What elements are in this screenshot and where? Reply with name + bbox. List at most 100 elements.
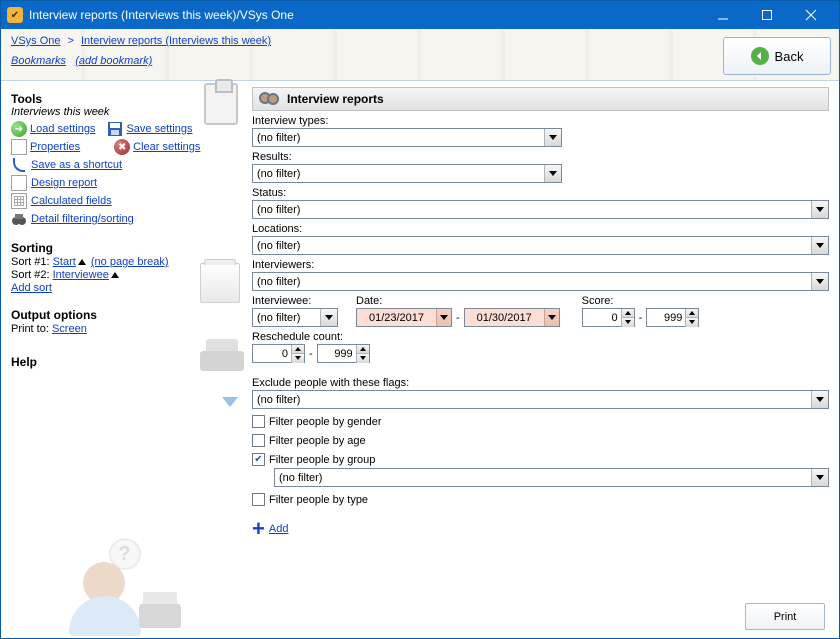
interviewee-label: Interviewee: — [252, 295, 348, 307]
reschedule-to-input[interactable] — [318, 348, 356, 360]
maximize-button[interactable] — [745, 1, 789, 29]
interviewers-combo[interactable]: (no filter) — [252, 272, 829, 291]
filter-group-combo[interactable]: (no filter) — [274, 468, 829, 487]
add-sort-link[interactable]: Add sort — [11, 282, 52, 294]
spinner-up-icon[interactable] — [291, 345, 304, 354]
sorting-heading: Sorting — [11, 241, 238, 255]
date-label: Date: — [356, 295, 560, 307]
breadcrumb: VSys One > Interview reports (Interviews… — [11, 35, 829, 47]
filter-group-value: (no filter) — [275, 472, 811, 484]
detail-filtering-link[interactable]: Detail filtering/sorting — [31, 213, 134, 225]
spinner-down-icon[interactable] — [685, 318, 698, 327]
dropdown-icon[interactable] — [811, 469, 828, 486]
reschedule-dash: - — [305, 348, 317, 360]
exclude-flags-label: Exclude people with these flags: — [252, 377, 829, 389]
exclude-flags-value: (no filter) — [253, 394, 811, 406]
spinner-down-icon[interactable] — [291, 354, 304, 363]
sort1-link[interactable]: Start — [53, 256, 76, 268]
locations-value: (no filter) — [253, 240, 811, 252]
status-combo[interactable]: (no filter) — [252, 200, 829, 219]
exclude-flags-combo[interactable]: (no filter) — [252, 390, 829, 409]
interview-types-combo[interactable]: (no filter) — [252, 128, 562, 147]
spinner-down-icon[interactable] — [356, 354, 369, 363]
dropdown-icon[interactable] — [811, 237, 828, 254]
properties-link[interactable]: Properties — [30, 141, 80, 153]
dropdown-icon[interactable] — [811, 273, 828, 290]
binoculars-icon — [11, 211, 27, 227]
score-from-field[interactable] — [582, 308, 635, 327]
load-settings-icon: ➜ — [11, 121, 27, 137]
reschedule-to-field[interactable] — [317, 344, 370, 363]
panel-title-text: Interview reports — [287, 92, 384, 106]
back-icon — [751, 47, 769, 65]
reschedule-from-input[interactable] — [253, 348, 291, 360]
filter-type-checkbox[interactable] — [252, 493, 265, 506]
print-to-link[interactable]: Screen — [52, 323, 87, 335]
filter-age-checkbox[interactable] — [252, 434, 265, 447]
spinner-up-icon[interactable] — [621, 309, 634, 318]
dropdown-icon[interactable] — [544, 165, 561, 182]
reschedule-from-field[interactable] — [252, 344, 305, 363]
date-from-field[interactable]: 01/23/2017 — [356, 308, 452, 327]
add-bookmark-link[interactable]: (add bookmark) — [75, 55, 152, 67]
dropdown-icon[interactable] — [544, 129, 561, 146]
close-button[interactable] — [789, 1, 833, 29]
score-to-input[interactable] — [647, 312, 685, 324]
dropdown-icon[interactable] — [544, 309, 559, 326]
interviewers-value: (no filter) — [253, 276, 811, 288]
interview-types-label: Interview types: — [252, 115, 829, 127]
sort2-label: Sort #2: — [11, 269, 53, 281]
filter-type-label: Filter people by type — [269, 494, 368, 506]
filter-gender-checkbox[interactable] — [252, 415, 265, 428]
score-from-input[interactable] — [583, 312, 621, 324]
interviewee-combo[interactable]: (no filter) — [252, 308, 338, 327]
back-label: Back — [775, 49, 804, 64]
save-settings-link[interactable]: Save settings — [126, 123, 192, 135]
spinner-up-icon[interactable] — [356, 345, 369, 354]
add-link[interactable]: Add — [269, 523, 289, 535]
locations-label: Locations: — [252, 223, 829, 235]
bookmarks-link[interactable]: Bookmarks — [11, 55, 66, 67]
titlebar: ✔ Interview reports (Interviews this wee… — [1, 1, 839, 29]
help-figure: ? — [65, 534, 185, 634]
filter-age-label: Filter people by age — [269, 435, 366, 447]
spinner-up-icon[interactable] — [685, 309, 698, 318]
score-dash: - — [635, 312, 647, 324]
date-to-field[interactable]: 01/30/2017 — [464, 308, 560, 327]
interview-reports-icon — [259, 91, 281, 107]
date-to-value: 01/30/2017 — [465, 312, 544, 324]
load-settings-link[interactable]: Load settings — [30, 123, 95, 135]
properties-icon — [11, 139, 27, 155]
plus-icon: + — [252, 518, 265, 540]
sort2-link[interactable]: Interviewee — [53, 269, 109, 281]
calculated-fields-link[interactable]: Calculated fields — [31, 195, 112, 207]
reschedule-label: Reschedule count: — [252, 331, 829, 343]
clear-settings-link[interactable]: Clear settings — [133, 141, 200, 153]
score-to-field[interactable] — [646, 308, 699, 327]
dropdown-icon[interactable] — [320, 309, 337, 326]
dropdown-icon[interactable] — [811, 391, 828, 408]
filter-group-checkbox[interactable] — [252, 453, 265, 466]
print-button[interactable]: Print — [745, 603, 825, 630]
breadcrumb-current[interactable]: Interview reports (Interviews this week) — [81, 35, 271, 47]
dropdown-icon[interactable] — [436, 309, 451, 326]
clear-settings-icon: ✖ — [114, 139, 130, 155]
close-icon — [805, 9, 817, 21]
back-button[interactable]: Back — [723, 37, 831, 75]
sort1-pagebreak-link[interactable]: (no page break) — [91, 256, 169, 268]
filter-group-label: Filter people by group — [269, 454, 375, 466]
breadcrumb-root[interactable]: VSys One — [11, 35, 61, 47]
dropdown-icon[interactable] — [811, 201, 828, 218]
locations-combo[interactable]: (no filter) — [252, 236, 829, 255]
save-shortcut-link[interactable]: Save as a shortcut — [31, 159, 122, 171]
results-combo[interactable]: (no filter) — [252, 164, 562, 183]
design-report-link[interactable]: Design report — [31, 177, 97, 189]
printer-icon — [200, 339, 244, 375]
bookmarks-row: Bookmarks (add bookmark) — [11, 55, 829, 67]
spinner-down-icon[interactable] — [621, 318, 634, 327]
calculated-fields-icon — [11, 193, 27, 209]
date-from-value: 01/23/2017 — [357, 312, 436, 324]
minimize-button[interactable] — [701, 1, 745, 29]
calendar-icon — [200, 263, 240, 303]
app-icon: ✔ — [7, 7, 23, 23]
